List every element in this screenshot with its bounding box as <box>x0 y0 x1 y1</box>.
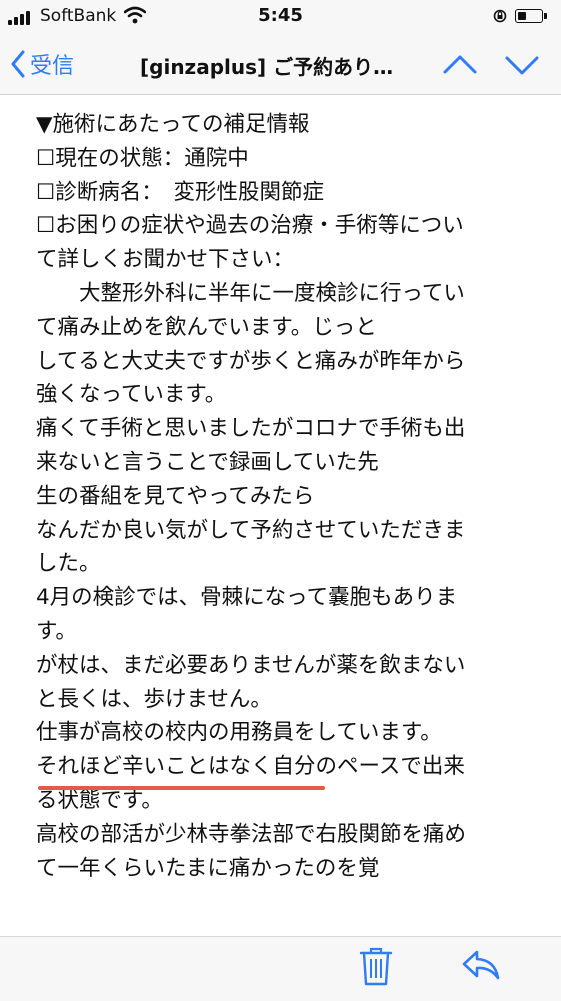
orientation-lock-icon <box>493 9 507 23</box>
email-body-line: 仕事が高校の校内の用務員をしています。 <box>36 720 442 746</box>
mail-nav-bar: 受信 [ginzaplus] ご予約あり… <box>0 34 561 95</box>
email-body: ▼施術にあたっての補足情報 ☐現在の状態：通院中 ☐診断病名： 変形性股関節症 ☐お困… <box>36 108 548 885</box>
bottom-toolbar <box>0 936 561 1001</box>
chevron-up-icon[interactable] <box>440 50 480 80</box>
battery-icon <box>515 9 543 23</box>
email-subject: [ginzaplus] ご予約あり… <box>140 55 394 79</box>
chevron-left-icon <box>11 50 25 78</box>
email-body-line: て詳しくお聞かせ下さい： <box>36 247 295 273</box>
email-body-line: ☐現在の状態：通院中 <box>36 145 249 171</box>
reply-icon[interactable] <box>460 947 502 983</box>
back-button-label: 受信 <box>30 54 75 79</box>
email-body-line: した。 <box>36 551 101 577</box>
email-body-line: て痛み止めを飲んでいます。じっと <box>36 314 377 340</box>
chevron-down-icon[interactable] <box>502 50 542 80</box>
email-body-line: が杖は、まだ必要ありませんが薬を飲まない <box>36 652 466 678</box>
email-body-line: してると大丈夫ですが歩くと痛みが昨年から <box>36 348 466 374</box>
status-bar: SoftBank 5:45 <box>0 0 561 34</box>
email-body-line: す。 <box>36 618 77 644</box>
email-body-line: と長くは、歩けません。 <box>36 686 272 712</box>
email-body-line: ▼施術にあたっての補足情報 <box>36 112 310 137</box>
clock: 5:45 <box>258 5 303 26</box>
battery-level <box>518 12 526 20</box>
email-body-line: ☐診断病名： 変形性股関節症 <box>36 179 325 205</box>
email-body-line: 高校の部活が少林寺拳法部で右股関節を痛め <box>36 821 467 847</box>
email-body-line: 大整形外科に半年に一度検診に行ってい <box>36 280 465 306</box>
email-body-line: なんだか良い気がして予約させていただきま <box>36 517 466 543</box>
red-underline-annotation <box>38 786 325 790</box>
trash-icon[interactable] <box>358 945 394 987</box>
email-body-line: 痛くて手術と思いましたがコロナで手術も出 <box>36 416 466 442</box>
email-body-line: 生の番組を見てやってみたら <box>36 483 315 509</box>
email-body-line: て一年くらいたまに痛かったのを覚 <box>36 855 380 881</box>
back-button[interactable]: 受信 <box>10 48 74 80</box>
email-body-line: ☐お困りの症状や過去の治療・手術等につい <box>36 213 464 239</box>
email-body-line: それほど辛いことはなく自分のペースで出来 <box>36 754 465 780</box>
email-body-line: 来ないと言うことで録画していた先 <box>36 449 379 475</box>
email-body-line: 4月の検診では、骨棘になって嚢胞もありま <box>36 585 458 611</box>
battery-tip <box>544 13 547 19</box>
email-body-line: 強くなっています。 <box>36 382 227 408</box>
